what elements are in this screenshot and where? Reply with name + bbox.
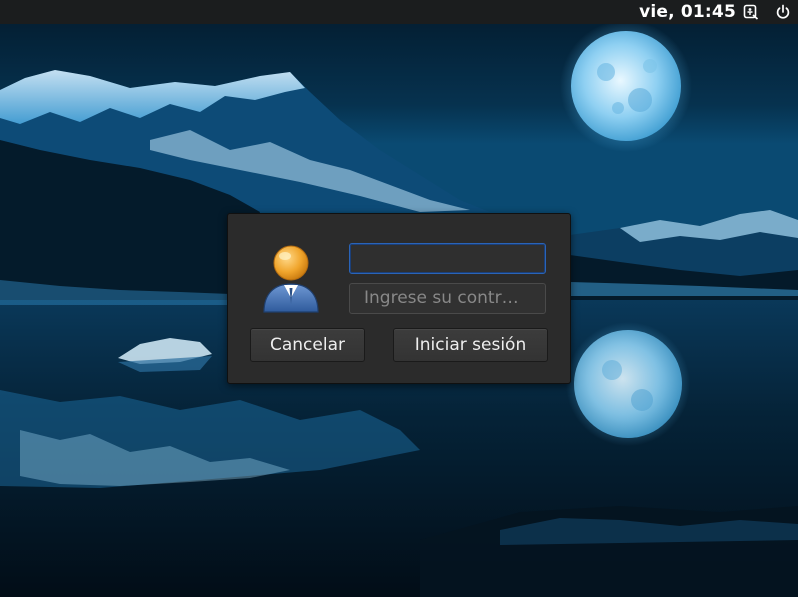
login-button[interactable]: Iniciar sesión [393,328,548,362]
cancel-button-label: Cancelar [270,335,345,355]
password-field[interactable]: Ingrese su contr… [349,283,546,314]
accessibility-icon[interactable] [743,4,759,20]
top-panel: vie, 01:45 [0,0,798,24]
password-placeholder: Ingrese su contr… [364,288,519,308]
username-field[interactable] [349,243,546,274]
cancel-button[interactable]: Cancelar [250,328,365,362]
clock[interactable]: vie, 01:45 [639,0,736,24]
login-button-label: Iniciar sesión [414,335,527,355]
login-dialog: Ingrese su contr… Cancelar Iniciar sesió… [227,213,571,384]
user-avatar-icon [263,245,319,313]
login-screen: vie, 01:45 Ingrese su contr… Cancelar In… [0,0,798,597]
power-icon[interactable] [775,4,791,20]
